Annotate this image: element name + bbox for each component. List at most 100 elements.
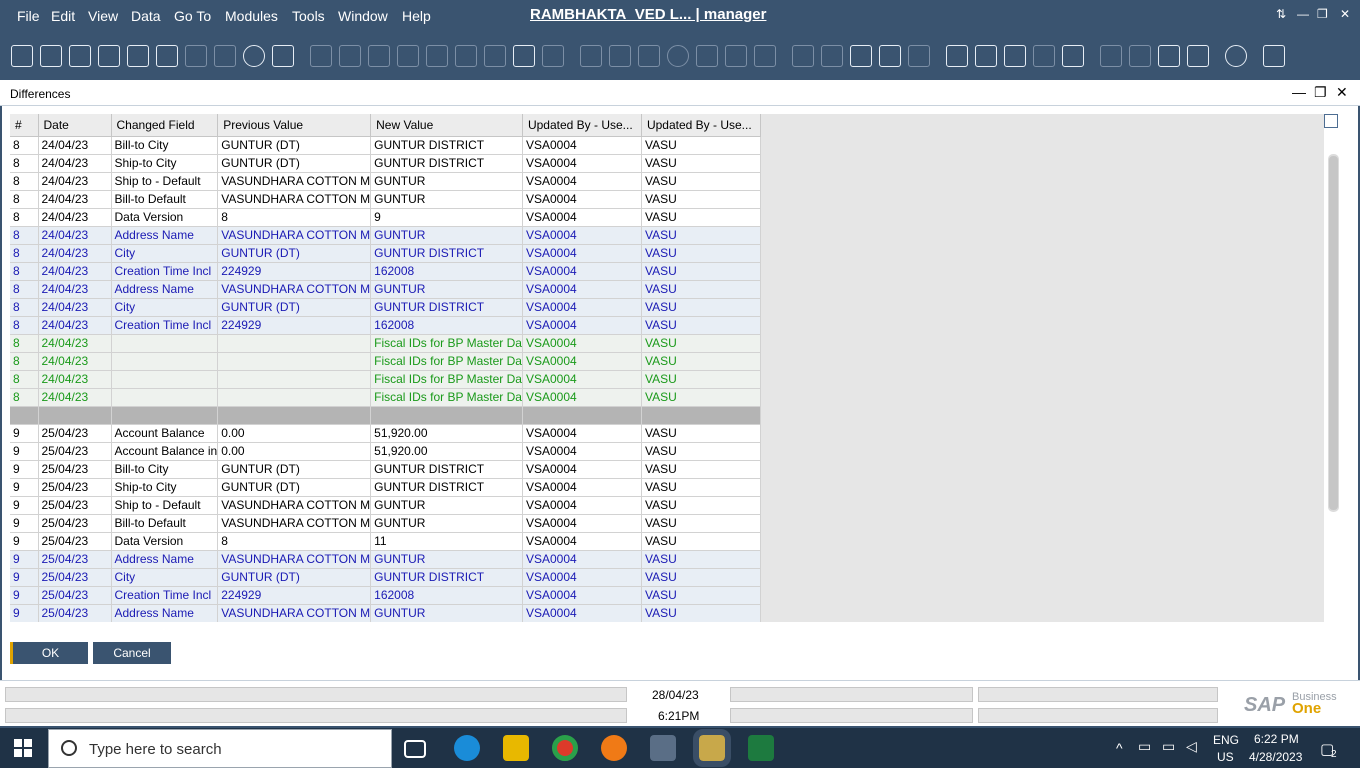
table-row[interactable]: 9 25/04/23 Bill-to City GUNTUR (DT) GUNTUR D… — [10, 460, 761, 479]
table-row[interactable]: 9 25/04/23 Address Name VASUNDHARA COTTON M… — [10, 604, 761, 622]
menu-view[interactable]: View — [88, 8, 118, 24]
chrome-icon[interactable] — [552, 735, 578, 761]
print-icon[interactable] — [40, 45, 62, 67]
modules-icon[interactable] — [1129, 45, 1151, 67]
cancel-button[interactable]: Cancel — [93, 642, 171, 664]
table-row[interactable]: 8 24/04/23 Bill-to Default VASUNDHARA COTTO… — [10, 190, 761, 209]
user-icon[interactable] — [1062, 45, 1084, 67]
column-header-number[interactable]: # — [10, 114, 39, 137]
sap-app-icon[interactable] — [650, 735, 676, 761]
balance-icon[interactable] — [696, 45, 718, 67]
journal-icon[interactable] — [754, 45, 776, 67]
table-row[interactable]: 8 24/04/23 Address Name VASUNDHARA COTTON M… — [10, 280, 761, 299]
payment-icon[interactable] — [638, 45, 660, 67]
info-icon[interactable] — [975, 45, 997, 67]
menu-modules[interactable]: Modules — [225, 8, 278, 24]
layout-designer-icon[interactable] — [272, 45, 294, 67]
chevron-up-icon[interactable]: ^ — [1116, 740, 1123, 756]
menu-data[interactable]: Data — [131, 8, 161, 24]
excel-icon[interactable] — [748, 735, 774, 761]
refresh-icon[interactable] — [484, 45, 506, 67]
scrollbar-thumb[interactable] — [1329, 156, 1338, 510]
column-header-updated-by-code[interactable]: Updated By - Use... — [522, 114, 642, 137]
sort-icon[interactable] — [542, 45, 564, 67]
language-eng[interactable]: ENG — [1213, 733, 1239, 747]
filter-icon[interactable] — [513, 45, 535, 67]
network-icon[interactable]: ▭ — [1138, 738, 1151, 755]
table-row[interactable]: 9 25/04/23 Bill-to Default VASUNDHARA COTTO… — [10, 514, 761, 533]
table-row[interactable]: 8 24/04/23 Creation Time Incl 224929 162008 V… — [10, 316, 761, 335]
close-icon[interactable]: ✕ — [1340, 7, 1350, 21]
dialog-minimize-icon[interactable]: — — [1292, 84, 1306, 100]
volume-muted-icon[interactable]: ◁ — [1186, 738, 1197, 755]
form-settings-icon[interactable] — [850, 45, 872, 67]
table-row[interactable]: 8 24/04/23 Data Version 8 9 VSA0004 VASU — [10, 208, 761, 227]
excel-export-icon[interactable] — [156, 45, 178, 67]
table-row[interactable]: 9 25/04/23 City GUNTUR (DT) GUNTUR DISTRICT V… — [10, 568, 761, 587]
currency-icon[interactable] — [667, 45, 689, 67]
print-preview-icon[interactable] — [69, 45, 91, 67]
settings-icon[interactable]: ⇅ — [1276, 7, 1286, 21]
help-icon[interactable] — [1263, 45, 1285, 67]
menu-go-to[interactable]: Go To — [174, 8, 211, 24]
dialog-close-icon[interactable]: ✕ — [1336, 84, 1348, 101]
table-row[interactable]: 9 25/04/23 Creation Time Incl 224929 162008 V… — [10, 586, 761, 605]
menu-file[interactable]: File — [17, 8, 40, 24]
edge-icon[interactable] — [454, 735, 480, 761]
sms-icon[interactable] — [127, 45, 149, 67]
web-icon[interactable] — [1225, 45, 1247, 67]
clock-date[interactable]: 4/28/2023 — [1249, 750, 1302, 764]
menu-help[interactable]: Help — [402, 8, 431, 24]
base-document-icon[interactable] — [580, 45, 602, 67]
display-icon[interactable]: ▭ — [1162, 738, 1175, 755]
windows-start-icon[interactable] — [14, 739, 32, 757]
table-row[interactable]: 9 25/04/23 Data Version 8 11 VSA0004 VASU — [10, 532, 761, 551]
column-header-new-value[interactable]: New Value — [370, 114, 523, 137]
minimize-icon[interactable]: — — [1297, 7, 1309, 21]
sign-icon[interactable] — [1187, 45, 1209, 67]
table-row[interactable]: 9 25/04/23 Account Balance 0.00 51,920.00 VSA… — [10, 424, 761, 443]
table-row[interactable]: 8 24/04/23 Ship to - Default VASUNDHARA COT… — [10, 172, 761, 191]
calculator-icon[interactable] — [1004, 45, 1026, 67]
clock-time[interactable]: 6:22 PM — [1254, 732, 1299, 746]
file-explorer-icon[interactable] — [503, 735, 529, 761]
dialog-restore-icon[interactable]: ❐ — [1314, 84, 1327, 101]
sap-active-app-icon[interactable] — [693, 729, 731, 767]
find-mode-icon[interactable] — [339, 45, 361, 67]
price-icon[interactable] — [725, 45, 747, 67]
open-link-icon[interactable] — [1158, 45, 1180, 67]
find-icon[interactable] — [11, 45, 33, 67]
task-view-icon[interactable] — [404, 740, 426, 758]
activity-icon[interactable] — [946, 45, 968, 67]
next-record-icon[interactable] — [426, 45, 448, 67]
edit-icon[interactable] — [792, 45, 814, 67]
table-row[interactable]: 8 24/04/23 Fiscal IDs for BP Master Da VSA0… — [10, 334, 761, 353]
table-row[interactable]: 8 24/04/23 Creation Time Incl 224929 162008 V… — [10, 262, 761, 281]
table-row[interactable]: 9 25/04/23 Ship-to City GUNTUR (DT) GUNTUR D… — [10, 478, 761, 497]
restore-icon[interactable]: ❐ — [1317, 7, 1328, 21]
column-header-changed-field[interactable]: Changed Field — [111, 114, 219, 137]
table-row[interactable]: 8 24/04/23 Bill-to City GUNTUR (DT) GUNTUR D… — [10, 136, 761, 155]
table-row[interactable]: 9 25/04/23 Address Name VASUNDHARA COTTON M… — [10, 550, 761, 569]
previous-record-icon[interactable] — [397, 45, 419, 67]
target-document-icon[interactable] — [609, 45, 631, 67]
language-us[interactable]: US — [1217, 750, 1234, 764]
table-row[interactable]: 8 24/04/23 Fiscal IDs for BP Master Da VSA0… — [10, 370, 761, 389]
column-header-date[interactable]: Date — [38, 114, 112, 137]
menu-tools[interactable]: Tools — [292, 8, 325, 24]
column-header-previous-value[interactable]: Previous Value — [217, 114, 372, 137]
pdf-export-icon[interactable] — [214, 45, 236, 67]
message-icon[interactable] — [879, 45, 901, 67]
vertical-scrollbar[interactable] — [1328, 154, 1339, 512]
drag-relate-icon[interactable] — [243, 45, 265, 67]
email-icon[interactable] — [98, 45, 120, 67]
table-row[interactable]: 8 24/04/23 Ship-to City GUNTUR (DT) GUNTUR D… — [10, 154, 761, 173]
first-record-icon[interactable] — [368, 45, 390, 67]
menu-edit[interactable]: Edit — [51, 8, 75, 24]
column-header-updated-by-name[interactable]: Updated By - Use... — [641, 114, 761, 137]
word-export-icon[interactable] — [185, 45, 207, 67]
wizard-icon[interactable] — [1100, 45, 1122, 67]
table-row[interactable]: 8 24/04/23 Fiscal IDs for BP Master Da VSA0… — [10, 352, 761, 371]
add-icon[interactable] — [310, 45, 332, 67]
table-row[interactable]: 9 25/04/23 Ship to - Default VASUNDHARA COT… — [10, 496, 761, 515]
